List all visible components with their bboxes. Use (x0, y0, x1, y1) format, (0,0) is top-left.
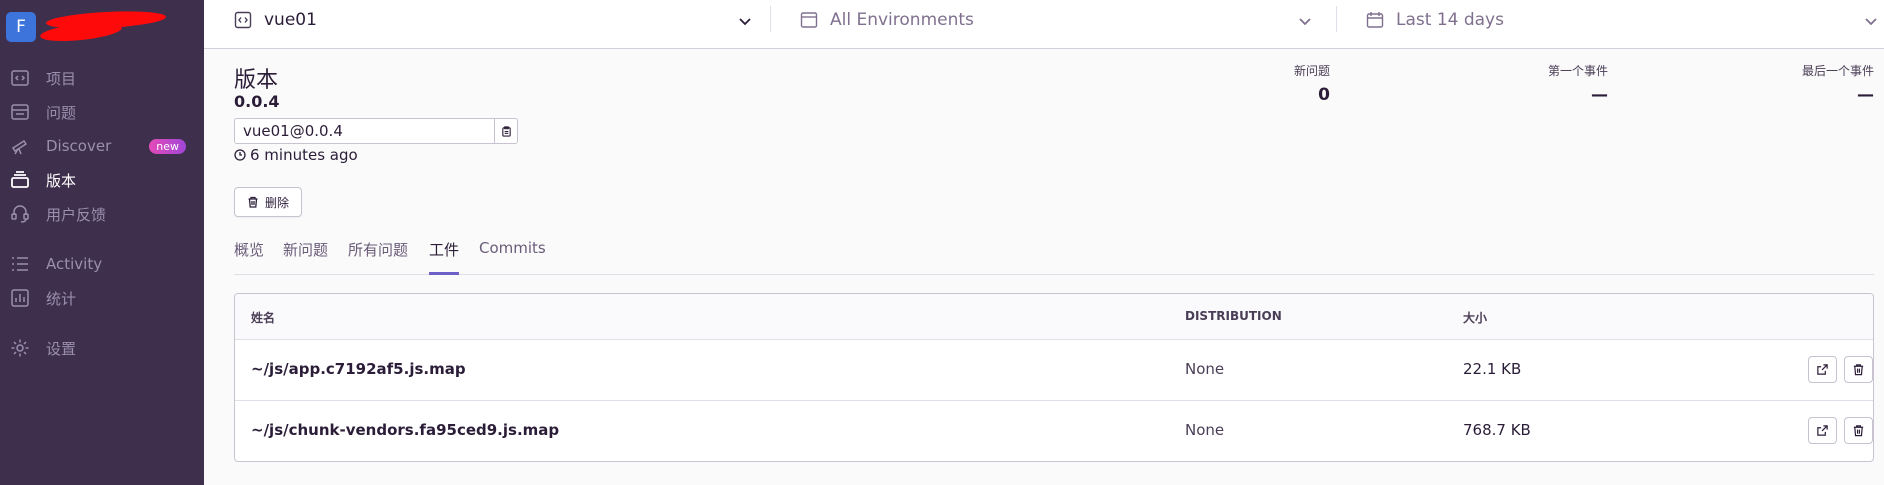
download-button[interactable] (1808, 356, 1837, 383)
release-version-input[interactable]: vue01@0.0.4 (235, 119, 495, 143)
artifact-size: 22.1 KB (1463, 360, 1522, 378)
artifact-name: ~/js/chunk-vendors.fa95ced9.js.map (251, 421, 560, 439)
release-detail: 版本 0.0.4 vue01@0.0.4 6 minutes ago 删除 新问… (204, 49, 1884, 485)
release-time: 6 minutes ago (234, 146, 358, 164)
external-link-icon (1816, 424, 1829, 437)
divider (770, 6, 771, 32)
org-avatar[interactable]: F (6, 12, 36, 42)
artifact-size: 768.7 KB (1463, 421, 1531, 439)
sidebar-item-issues[interactable]: 问题 (0, 99, 204, 125)
sidebar-item-releases[interactable]: 版本 (0, 167, 204, 193)
chevron-down-icon (1862, 13, 1880, 31)
activity-icon (9, 253, 31, 275)
clipboard-icon (501, 125, 512, 137)
release-version: 0.0.4 (234, 92, 280, 111)
column-header-distribution: DISTRIBUTION (1185, 309, 1282, 323)
tab-artifacts[interactable]: 工件 (429, 239, 460, 275)
sidebar-item-label: 版本 (46, 171, 77, 190)
sidebar-item-label: 问题 (46, 103, 77, 122)
gear-icon (9, 337, 31, 359)
sidebar-item-label: 统计 (46, 289, 77, 308)
sidebar-item-label: Discover (46, 137, 112, 155)
stat-new-issues: 新问题 0 (1294, 62, 1330, 105)
top-header: vue01 All Environments Last 14 days (204, 0, 1884, 49)
divider (1336, 6, 1337, 32)
sidebar-item-activity[interactable]: Activity (0, 251, 204, 277)
sidebar-item-projects[interactable]: 项目 (0, 65, 204, 91)
release-tabs: 概览 新问题 所有问题 工件 Commits (234, 233, 1874, 275)
projects-icon (9, 67, 31, 89)
artifact-distribution: None (1185, 360, 1225, 378)
project-icon (234, 11, 252, 29)
clock-icon (234, 149, 246, 161)
stat-value: — (1857, 85, 1874, 105)
sidebar-item-discover[interactable]: Discover new (0, 133, 204, 159)
delete-artifact-button[interactable] (1844, 356, 1873, 383)
copy-button[interactable] (495, 119, 517, 143)
sidebar-item-label: 设置 (46, 339, 77, 358)
sidebar: F 项目 问题 Discover new 版本 用户反馈 Activity 统计… (0, 0, 204, 485)
stat-label: 第一个事件 (1547, 64, 1608, 78)
telescope-icon (9, 135, 31, 157)
sidebar-item-settings[interactable]: 设置 (0, 335, 204, 361)
calendar-icon (1366, 11, 1384, 29)
stat-last-event: 最后一个事件 — (1802, 62, 1874, 105)
sidebar-item-stats[interactable]: 统计 (0, 285, 204, 311)
tab-commits[interactable]: Commits (479, 239, 546, 269)
trash-icon (1852, 363, 1865, 376)
table-row: ~/js/chunk-vendors.fa95ced9.js.map None … (235, 401, 1873, 461)
new-badge: new (149, 138, 186, 154)
time-ago: 6 minutes ago (250, 146, 358, 164)
tab-overview[interactable]: 概览 (234, 239, 264, 272)
artifact-name: ~/js/app.c7192af5.js.map (251, 360, 466, 378)
stat-label: 最后一个事件 (1801, 64, 1874, 78)
sidebar-item-label: Activity (46, 255, 103, 273)
time-range-selector[interactable]: Last 14 days (1366, 0, 1880, 40)
download-button[interactable] (1808, 417, 1837, 444)
artifacts-table: 姓名 DISTRIBUTION 大小 ~/js/app.c7192af5.js.… (234, 293, 1874, 462)
external-link-icon (1816, 363, 1829, 376)
release-version-field[interactable]: vue01@0.0.4 (234, 118, 518, 144)
sidebar-item-label: 用户反馈 (46, 205, 107, 224)
stats-icon (9, 287, 31, 309)
releases-icon (9, 169, 31, 191)
project-name: vue01 (264, 10, 317, 30)
time-range-label: Last 14 days (1396, 10, 1504, 30)
table-row: ~/js/app.c7192af5.js.map None 22.1 KB (235, 340, 1873, 401)
artifact-distribution: None (1185, 421, 1225, 439)
trash-icon (1852, 424, 1865, 437)
project-selector[interactable]: vue01 (234, 0, 754, 40)
column-header-size: 大小 (1463, 311, 1488, 325)
stat-value: 0 (1318, 85, 1330, 105)
stat-value: — (1591, 85, 1608, 105)
delete-label: 删除 (265, 195, 290, 210)
chevron-down-icon (736, 13, 754, 31)
issues-icon (9, 101, 31, 123)
environment-selector[interactable]: All Environments (800, 0, 1314, 40)
delete-artifact-button[interactable] (1844, 417, 1873, 444)
sidebar-item-label: 项目 (46, 69, 77, 88)
tab-all-issues[interactable]: 所有问题 (348, 239, 408, 272)
environment-label: All Environments (830, 10, 974, 30)
support-icon (9, 203, 31, 225)
stat-first-event: 第一个事件 — (1548, 62, 1608, 105)
environment-icon (800, 11, 818, 29)
table-header: 姓名 DISTRIBUTION 大小 (235, 294, 1873, 340)
tab-new-issues[interactable]: 新问题 (283, 239, 328, 272)
column-header-name: 姓名 (251, 311, 276, 325)
page-title: 版本 (234, 68, 279, 93)
delete-button[interactable]: 删除 (234, 187, 303, 217)
sidebar-item-user-feedback[interactable]: 用户反馈 (0, 201, 204, 227)
trash-icon (247, 196, 259, 208)
chevron-down-icon (1296, 13, 1314, 31)
stat-label: 新问题 (1293, 64, 1330, 78)
